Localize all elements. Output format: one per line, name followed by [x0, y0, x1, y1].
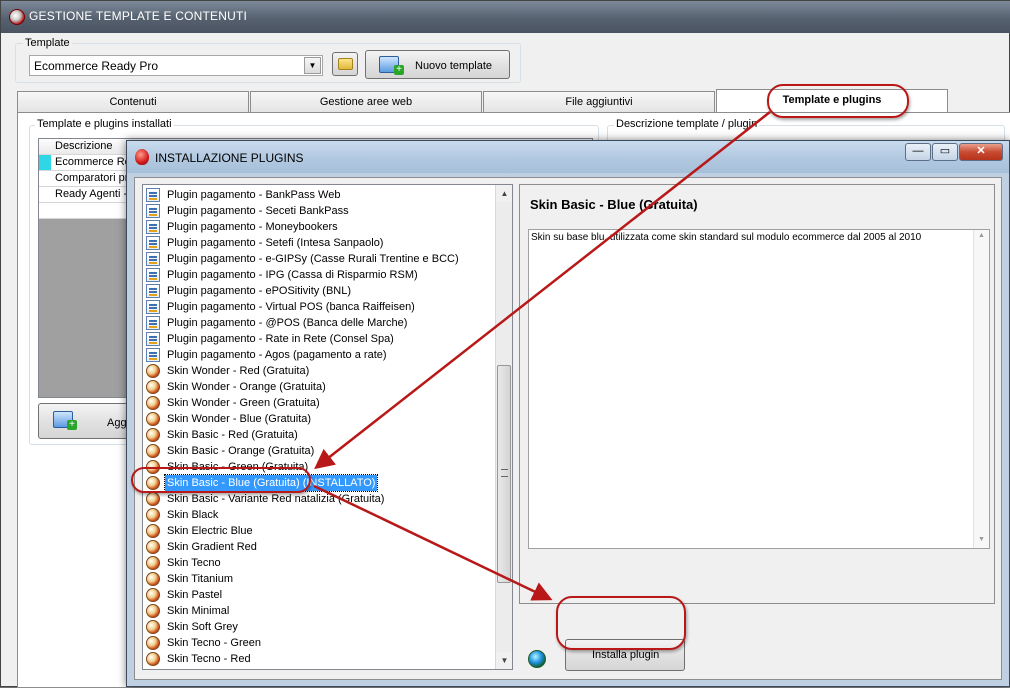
annotation-arrows	[313, 111, 771, 601]
arrow-to-install-button	[313, 484, 553, 601]
arrow-to-selected-plugin	[314, 111, 771, 470]
